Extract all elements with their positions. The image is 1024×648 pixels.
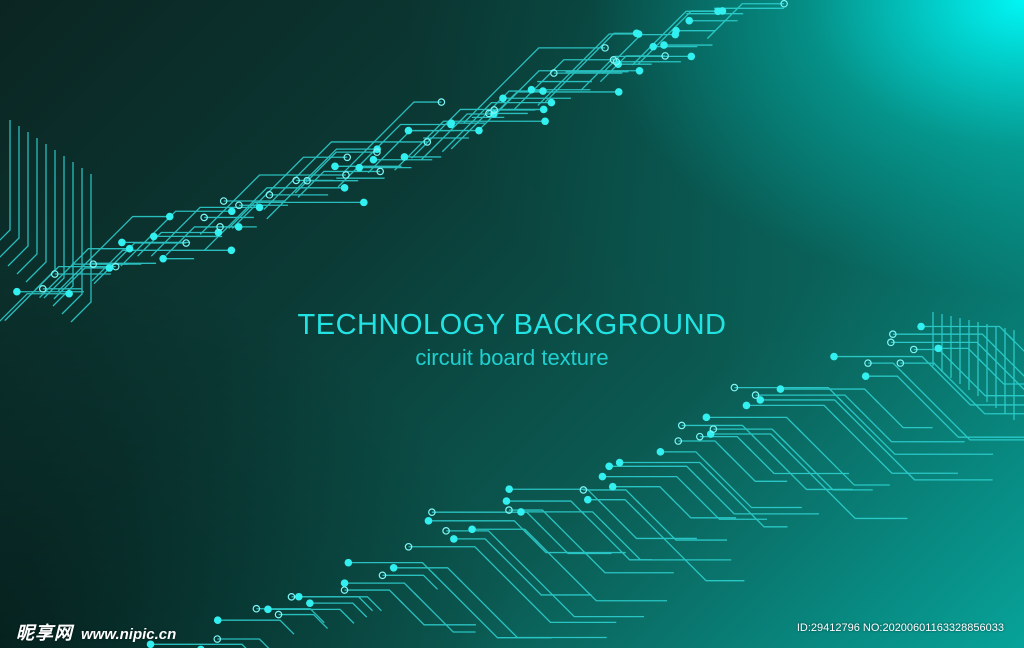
- circuit-trace: [678, 440, 730, 456]
- circuit-trace: [781, 438, 873, 491]
- circuit-trace: [865, 375, 912, 391]
- circuit-trace: [699, 435, 752, 452]
- circuit-pad: [468, 525, 476, 534]
- circuit-pad: [424, 517, 433, 525]
- circuit-trace: [596, 498, 697, 540]
- circuit-trace: [536, 521, 612, 555]
- circuit-pad: [505, 485, 513, 494]
- circuit-pad: [502, 497, 511, 505]
- watermark-logo-text: 昵享网: [16, 623, 73, 644]
- circuit-pad: [615, 458, 624, 467]
- circuit-trace: [217, 638, 270, 648]
- circuit-pad: [861, 372, 870, 380]
- circuit-trace: [609, 465, 702, 481]
- circuit-trace: [612, 486, 675, 502]
- circuit-pad: [656, 448, 665, 456]
- circuit-pad: [776, 385, 785, 393]
- subline-text: circuit board texture: [415, 345, 609, 370]
- circuit-trace: [780, 388, 880, 404]
- circuit-trace: [760, 399, 850, 415]
- circuit-trace: [681, 424, 757, 440]
- circuit-trace: [587, 499, 640, 515]
- circuit-trace: [534, 538, 667, 602]
- circuit-trace: [217, 619, 295, 635]
- circuit-trace: [902, 372, 1024, 441]
- circuit-trace: [583, 489, 641, 505]
- circuit-trace: [943, 372, 1024, 415]
- circuit-pad: [389, 564, 398, 572]
- circuit-trace: [634, 509, 745, 582]
- background-canvas: TECHNOLOGY BACKGROUND circuit board text…: [0, 0, 1024, 648]
- circuit-trace: [309, 602, 368, 618]
- circuit-pad: [605, 462, 613, 471]
- circuit-trace: [619, 461, 715, 477]
- circuit-pad: [295, 592, 303, 601]
- circuit-pad: [264, 605, 272, 614]
- circuit-trace: [746, 446, 850, 475]
- circuit-trace: [906, 385, 1024, 438]
- circuit-pad: [608, 482, 617, 491]
- circuit-trace: [833, 414, 958, 474]
- circuit-pad: [306, 599, 314, 607]
- circuit-pad: [450, 535, 458, 543]
- watermark-url: www.nipic.cn: [81, 626, 177, 643]
- circuit-trace: [523, 530, 626, 554]
- circuit-pad: [213, 616, 222, 625]
- circuit-pad: [340, 579, 349, 587]
- circuit-pad: [742, 401, 751, 410]
- circuit-trace: [431, 511, 542, 527]
- watermark-id: ID:29412796 NO:20200601163328856033: [796, 622, 1004, 634]
- circuit-trace: [408, 546, 490, 562]
- circuit-trace: [844, 409, 993, 481]
- circuit-pad: [517, 508, 525, 516]
- circuit-trace: [494, 548, 592, 596]
- circuit-trace: [669, 496, 737, 519]
- circuit-pad: [598, 472, 607, 481]
- circuit-pad: [583, 495, 592, 504]
- circuit-pad: [702, 413, 711, 422]
- circuit-trace: [484, 556, 617, 624]
- circuit-trace: [551, 519, 674, 574]
- watermark-logo: 昵享网 www.nipic.cn: [16, 619, 176, 645]
- circuit-pad: [344, 558, 353, 567]
- circuit-trace: [413, 592, 476, 633]
- circuit-trace: [635, 499, 728, 541]
- circuit-trace: [382, 574, 438, 590]
- circuit-trace: [660, 451, 711, 467]
- circuit-trace: [453, 538, 500, 554]
- headline-text: TECHNOLOGY BACKGROUND: [297, 309, 727, 341]
